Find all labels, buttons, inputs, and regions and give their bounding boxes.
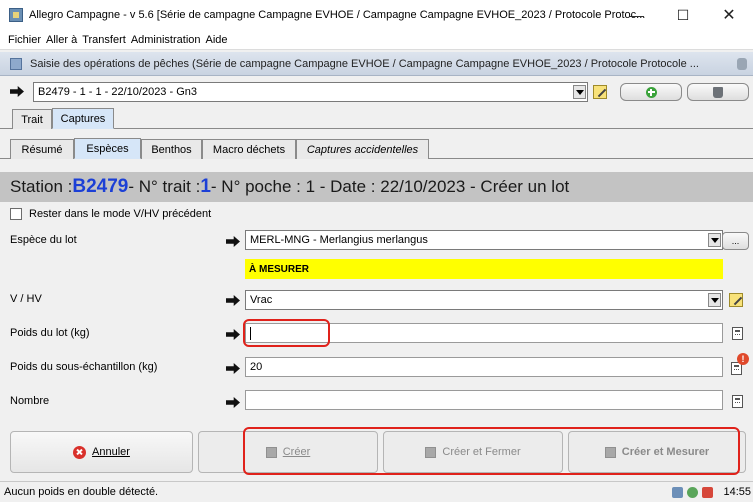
species-combo[interactable]: MERL-MNG - Merlangius merlangus (245, 230, 723, 250)
station-prefix: Station : (10, 177, 73, 196)
tab-macro-dechets[interactable]: Macro déchets (202, 139, 296, 159)
panel-title: Saisie des opérations de pêches (Série d… (30, 57, 699, 70)
trash-icon (713, 86, 723, 98)
station-code: B2479 (72, 176, 129, 197)
vhv-combo[interactable]: Vrac (245, 290, 723, 310)
haul-combo-value: B2479 - 1 - 1 - 22/10/2023 - Gn3 (38, 86, 197, 98)
count-input[interactable] (245, 390, 723, 410)
arrow-right-icon (226, 397, 240, 408)
menu-transfert[interactable]: Transfert (82, 34, 126, 46)
cancel-label: Annuler (92, 446, 130, 458)
arrow-right-icon (10, 86, 24, 97)
app-icon (9, 8, 23, 22)
measure-status-bar: À MESURER (245, 259, 723, 279)
tab-trait[interactable]: Trait (12, 109, 52, 129)
weight-label: Poids du lot (kg) (10, 327, 90, 339)
panel-minimize-icon[interactable] (737, 58, 747, 70)
species-combo-value: MERL-MNG - Merlangius merlangus (250, 234, 428, 246)
arrow-right-icon (226, 363, 240, 374)
tab-especes[interactable]: Espèces (74, 138, 141, 159)
warning-icon: ! (737, 353, 749, 365)
panel-header: Saisie des opérations de pêches (Série d… (0, 52, 753, 76)
close-button[interactable]: ✕ (706, 0, 752, 30)
arrow-right-icon (226, 236, 240, 247)
tab-captures[interactable]: Captures (52, 108, 114, 129)
maximize-button[interactable]: ☐ (660, 0, 706, 30)
trait-label: - N° trait : (128, 177, 201, 196)
edit-icon[interactable] (729, 293, 743, 307)
status-icons (672, 487, 713, 498)
delete-haul-button[interactable] (687, 83, 749, 101)
sync-icon (687, 487, 698, 498)
species-more-label: ... (731, 236, 740, 246)
arrow-right-icon (226, 329, 240, 340)
outer-tabs: Trait Captures (0, 108, 753, 129)
calculator-icon[interactable] (732, 327, 743, 340)
window-titlebar: Allegro Campagne - v 5.6 [Série de campa… (0, 0, 753, 30)
haul-combo[interactable]: B2479 - 1 - 1 - 22/10/2023 - Gn3 (33, 82, 588, 102)
subsample-label: Poids du sous-échantillon (kg) (10, 361, 158, 373)
species-label: Espèce du lot (10, 234, 77, 246)
menu-administration[interactable]: Administration (131, 34, 201, 46)
window-title: Allegro Campagne - v 5.6 [Série de campa… (29, 9, 646, 21)
vhv-label: V / HV (10, 293, 42, 305)
trait-number: 1 (200, 176, 211, 197)
vhv-combo-value: Vrac (250, 294, 273, 306)
tab-benthos[interactable]: Benthos (141, 139, 202, 159)
inner-tabs: Résumé Espèces Benthos Macro déchets Cap… (0, 137, 753, 159)
measure-status-label: À MESURER (249, 263, 310, 275)
panel-icon (10, 57, 22, 70)
calculator-icon[interactable] (732, 395, 743, 408)
minimize-button[interactable]: — (614, 0, 660, 30)
chevron-down-icon[interactable] (573, 85, 586, 99)
menu-bar: Fichier Aller à Transfert Administration… (0, 30, 753, 50)
subsample-input[interactable]: 20 (245, 357, 723, 377)
station-banner: Station : B2479 - N° trait : 1 - N° poch… (0, 172, 753, 202)
buttons-annotation-box (243, 427, 740, 475)
species-more-button[interactable]: ... (722, 232, 749, 250)
chevron-down-icon[interactable] (708, 233, 721, 247)
cancel-button[interactable]: Annuler (10, 431, 193, 473)
cancel-icon (73, 445, 87, 459)
status-bar: Aucun poids en double détecté. 14:55 (0, 481, 753, 502)
network-icon (672, 487, 683, 498)
keep-mode-checkbox[interactable] (10, 208, 22, 220)
count-label: Nombre (10, 395, 50, 407)
plus-icon (645, 86, 657, 98)
keep-mode-label: Rester dans le mode V/HV précédent (29, 208, 212, 220)
edit-icon[interactable] (593, 85, 607, 99)
tab-captures-accidentelles[interactable]: Captures accidentelles (296, 139, 429, 159)
alert-icon (702, 487, 713, 498)
status-message: Aucun poids en double détecté. (4, 486, 159, 498)
chevron-down-icon[interactable] (708, 293, 721, 307)
add-haul-button[interactable] (620, 83, 682, 101)
status-time: 14:55 (723, 486, 751, 498)
tab-resume[interactable]: Résumé (10, 139, 74, 159)
menu-aller-a[interactable]: Aller à (46, 34, 77, 46)
haul-selector-row: B2479 - 1 - 1 - 22/10/2023 - Gn3 (0, 80, 753, 104)
weight-annotation-box (243, 319, 330, 347)
menu-aide[interactable]: Aide (206, 34, 228, 46)
subsample-input-value: 20 (250, 361, 263, 373)
menu-fichier[interactable]: Fichier (8, 34, 41, 46)
keep-mode-row: Rester dans le mode V/HV précédent (10, 207, 211, 221)
station-rest: - N° poche : 1 - Date : 22/10/2023 - Cré… (210, 177, 570, 196)
arrow-right-icon (226, 295, 240, 306)
